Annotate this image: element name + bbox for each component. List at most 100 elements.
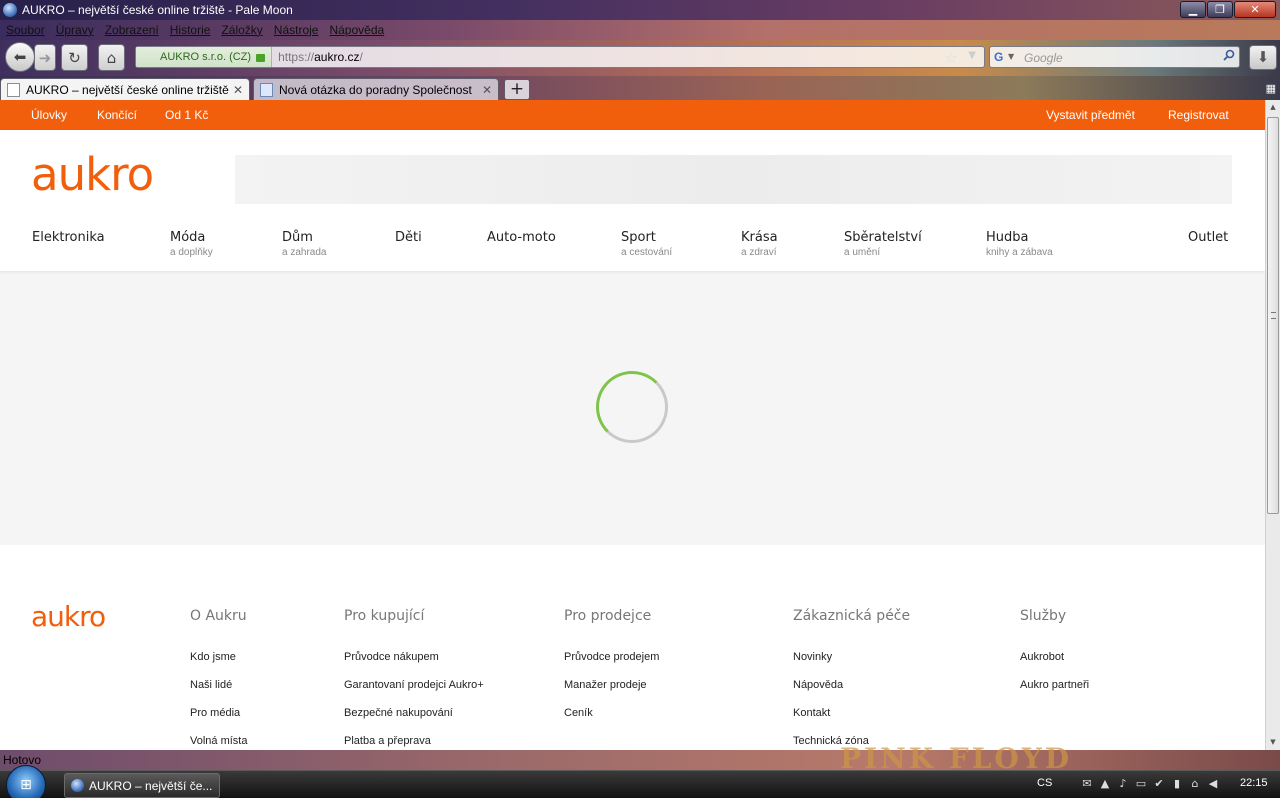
category-deti[interactable]: Děti (395, 230, 422, 245)
site-identity-badge[interactable]: AUKRO s.r.o. (CZ) (136, 47, 273, 67)
downloads-button[interactable]: ⬇ (1249, 45, 1277, 70)
maximize-button[interactable]: ❐ (1207, 1, 1233, 18)
page-content: Úlovky Končící Od 1 Kč Vystavit předmět … (0, 100, 1265, 750)
footer-link[interactable]: Průvodce nákupem (344, 651, 484, 679)
site-identity-label: AUKRO s.r.o. (CZ) (160, 51, 252, 63)
link-vystavit-predmet[interactable]: Vystavit předmět (1046, 108, 1135, 122)
category-dum[interactable]: Dům a zahrada (282, 230, 326, 258)
menu-history[interactable]: Historie (170, 23, 211, 37)
search-bar[interactable]: G ▼ Google (989, 46, 1240, 68)
firewall-icon[interactable]: ▲ (1098, 777, 1112, 790)
new-tab-button[interactable]: + (504, 79, 530, 100)
footer-link[interactable]: Aukro partneři (1020, 679, 1089, 707)
mail-icon[interactable]: ✉ (1080, 777, 1094, 790)
back-button[interactable]: ⬅ (5, 42, 35, 72)
scrollbar-grip (1271, 312, 1276, 319)
security-icon[interactable]: ✔ (1152, 777, 1166, 790)
link-od-1-kc[interactable]: Od 1 Kč (165, 108, 208, 122)
page-icon (7, 82, 20, 97)
tab-poradna[interactable]: Nová otázka do poradny Společnost ✕ (253, 78, 499, 100)
scroll-up-icon[interactable]: ▲ (1266, 100, 1280, 115)
menu-file[interactable]: Soubor (6, 23, 45, 37)
engine-dropdown-icon[interactable]: ▼ (1008, 52, 1014, 61)
footer-link[interactable]: Kdo jsme (190, 651, 247, 679)
menu-help[interactable]: Nápověda (329, 23, 384, 37)
network-icon[interactable]: ⌂ (1188, 777, 1202, 790)
footer-link[interactable]: Pro média (190, 707, 247, 735)
category-sberatelstvi[interactable]: Sběratelství a umění (844, 230, 922, 258)
scroll-down-icon[interactable]: ▼ (1266, 735, 1280, 750)
footer-link[interactable]: Garantovaní prodejci Aukro+ (344, 679, 484, 707)
reload-button[interactable]: ↻ (61, 44, 88, 71)
system-clock[interactable]: 22:15 (1240, 777, 1268, 789)
url-dropdown-icon[interactable]: ▼ (968, 50, 976, 61)
search-icon[interactable] (1223, 49, 1235, 61)
menu-edit[interactable]: Úpravy (56, 23, 94, 37)
category-sport[interactable]: Sport a cestování (621, 230, 672, 258)
category-elektronika[interactable]: Elektronika (32, 230, 105, 245)
minimize-button[interactable]: ▁ (1180, 1, 1206, 18)
footer-link[interactable]: Platba a přeprava (344, 735, 484, 750)
taskbar-window-button[interactable]: AUKRO – největší če... (64, 773, 220, 798)
footer-link[interactable]: Bezpečné nakupování (344, 707, 484, 735)
scrollbar-thumb[interactable] (1267, 117, 1279, 514)
category-moda[interactable]: Móda a doplňky (170, 230, 213, 258)
home-icon: ⌂ (106, 48, 117, 67)
category-outlet[interactable]: Outlet (1188, 230, 1228, 245)
footer-link[interactable]: Průvodce prodejem (564, 651, 659, 679)
link-registrovat[interactable]: Registrovat (1168, 108, 1229, 122)
windows-logo-icon: ⊞ (20, 777, 32, 793)
category-subtitle: knihy a zábava (986, 247, 1053, 258)
footer-link[interactable]: Novinky (793, 651, 910, 679)
start-button[interactable]: ⊞ (6, 765, 46, 798)
device-icon[interactable]: ▮ (1170, 777, 1184, 790)
category-subtitle: a cestování (621, 247, 673, 258)
footer-link[interactable]: Ceník (564, 707, 659, 735)
category-name: Outlet (1188, 230, 1229, 245)
footer-column-heading: Zákaznická péče (793, 608, 911, 624)
close-tab-icon[interactable]: ✕ (233, 83, 243, 97)
vertical-scrollbar[interactable]: ▲ ▼ (1265, 100, 1280, 750)
url-text[interactable]: https://aukro.cz/ (272, 50, 363, 64)
footer-column-sluzby: Služby Aukrobot Aukro partneři (1020, 608, 1089, 707)
close-window-button[interactable]: ✕ (1234, 1, 1276, 18)
aukro-logo[interactable]: aukro (31, 148, 154, 201)
speaker-icon[interactable]: ♪ (1116, 777, 1130, 790)
footer-column-heading: Pro kupující (344, 608, 425, 624)
url-host: aukro.cz (314, 50, 360, 64)
category-name: Elektronika (32, 230, 105, 245)
footer-link[interactable]: Aukrobot (1020, 651, 1089, 679)
bookmark-star-icon[interactable]: ☆ (945, 49, 958, 67)
menu-view[interactable]: Zobrazení (105, 23, 159, 37)
forward-button[interactable]: ➜ (34, 44, 56, 71)
category-krasa[interactable]: Krása a zdraví (741, 230, 778, 258)
url-path: / (359, 50, 363, 64)
category-auto-moto[interactable]: Auto-moto (487, 230, 556, 245)
footer-column-heading: O Aukru (190, 608, 247, 624)
tab-strip: AUKRO – největší české online tržiště ✕ … (0, 76, 1280, 100)
category-name: Sběratelství (844, 230, 922, 245)
link-ulovky[interactable]: Úlovky (31, 108, 67, 122)
language-indicator[interactable]: CS (1037, 777, 1052, 789)
category-hudba[interactable]: Hudba knihy a zábava (986, 230, 1053, 258)
tab-aukro[interactable]: AUKRO – největší české online tržiště ✕ (0, 78, 250, 100)
menu-tools[interactable]: Nástroje (274, 23, 319, 37)
url-bar[interactable]: AUKRO s.r.o. (CZ) https://aukro.cz/ ☆ ▼ (135, 46, 985, 68)
google-icon[interactable]: G (994, 50, 1003, 64)
category-name: Děti (395, 230, 422, 245)
menu-bookmarks[interactable]: Záložky (221, 23, 262, 37)
home-button[interactable]: ⌂ (98, 44, 125, 71)
footer-link[interactable]: Manažer prodeje (564, 679, 659, 707)
footer-aukro-logo[interactable]: aukro (31, 600, 106, 633)
display-icon[interactable]: ▭ (1134, 777, 1148, 790)
list-all-tabs-icon[interactable]: ▦ (1266, 82, 1276, 95)
search-box-skeleton (235, 155, 1232, 204)
footer-link[interactable]: Naši lidé (190, 679, 247, 707)
footer-link[interactable]: Nápověda (793, 679, 910, 707)
link-konci[interactable]: Končící (97, 108, 137, 122)
close-tab-icon[interactable]: ✕ (482, 83, 492, 97)
arrow-right-icon: ➜ (38, 48, 52, 67)
footer-link[interactable]: Volná místa (190, 735, 247, 750)
volume-icon[interactable]: ◀ (1206, 777, 1220, 790)
footer-link[interactable]: Kontakt (793, 707, 910, 735)
